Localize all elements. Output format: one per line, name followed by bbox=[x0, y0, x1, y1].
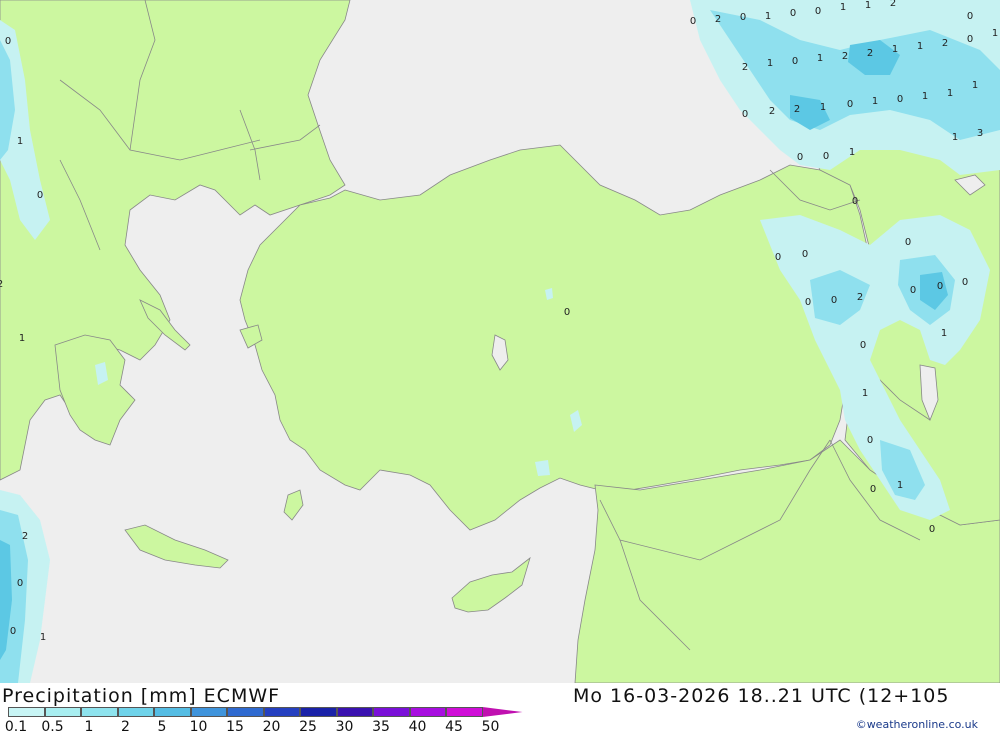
legend-swatch bbox=[227, 707, 264, 717]
precip-value-label: 1 bbox=[865, 0, 871, 11]
precip-value-label: 2 bbox=[890, 0, 896, 9]
precip-value-label: 0 bbox=[10, 626, 16, 637]
precip-value-label: 0 bbox=[929, 524, 935, 535]
precip-value-label: 0 bbox=[967, 34, 973, 45]
precip-value-label: 2 bbox=[742, 62, 748, 73]
precip-value-label: 1 bbox=[992, 28, 998, 39]
precip-value-label: 1 bbox=[862, 388, 868, 399]
precip-value-label: 0 bbox=[802, 249, 808, 260]
precip-value-label: 1 bbox=[947, 88, 953, 99]
precip-value-label: 0 bbox=[564, 307, 570, 318]
precip-value-label: 1 bbox=[840, 2, 846, 13]
precip-value-label: 0 bbox=[823, 151, 829, 162]
precip-value-label: 1 bbox=[897, 480, 903, 491]
legend-swatch bbox=[409, 707, 446, 717]
precip-value-label: 2 bbox=[942, 38, 948, 49]
precip-value-label: 1 bbox=[765, 11, 771, 22]
precip-value-label: 0 bbox=[37, 190, 43, 201]
precip-value-label: 0 bbox=[962, 277, 968, 288]
precip-value-label: 1 bbox=[872, 96, 878, 107]
precip-value-label: 0 bbox=[805, 297, 811, 308]
precip-value-label: 0 bbox=[967, 11, 973, 22]
precip-value-label: 0 bbox=[740, 12, 746, 23]
precip-value-label: 0 bbox=[831, 295, 837, 306]
precip-value-label: 0 bbox=[910, 285, 916, 296]
precip-value-label: 2 bbox=[22, 531, 28, 542]
precip-value-label: 0 bbox=[790, 8, 796, 19]
precip-value-label: 2 bbox=[842, 51, 848, 62]
precip-value-label: 0 bbox=[852, 196, 858, 207]
precip-value-label: 0 bbox=[792, 56, 798, 67]
precip-value-label: 0 bbox=[775, 252, 781, 263]
precip-value-label: 0 bbox=[847, 99, 853, 110]
legend-swatch bbox=[482, 707, 523, 717]
precip-value-label: 1 bbox=[941, 328, 947, 339]
legend-swatch bbox=[446, 707, 483, 717]
legend-swatch bbox=[190, 707, 227, 717]
legend-swatch bbox=[300, 707, 337, 717]
precip-value-label: 1 bbox=[19, 333, 25, 344]
precip-value-label: 2 bbox=[715, 14, 721, 25]
precip-value-label: 0 bbox=[905, 237, 911, 248]
precip-value-label: 1 bbox=[972, 80, 978, 91]
precip-value-label: 1 bbox=[922, 91, 928, 102]
legend-swatch bbox=[117, 707, 154, 717]
valid-time: Mo 16-03-2026 18..21 UTC (12+105 bbox=[573, 685, 950, 707]
precip-value-label: 1 bbox=[952, 132, 958, 143]
precip-value-label: 0 bbox=[5, 36, 11, 47]
legend-swatch bbox=[336, 707, 373, 717]
precip-value-label: 1 bbox=[817, 53, 823, 64]
precip-value-label: 0 bbox=[742, 109, 748, 120]
precip-value-label: 1 bbox=[917, 41, 923, 52]
map-title: Precipitation [mm] ECMWF bbox=[2, 685, 281, 707]
precip-value-label: 1 bbox=[849, 147, 855, 158]
legend-swatch bbox=[44, 707, 81, 717]
legend-swatch bbox=[373, 707, 410, 717]
precipitation-map: 0 2 0 1 0 0 1 1 2 0 1 2 1 0 1 2 2 1 1 2 0 0 2 2 1 0 1 0 1 1 1 3 1 0 1 0 0 0 0 0… bbox=[0, 0, 1000, 683]
legend-swatch bbox=[263, 707, 300, 717]
precip-value-label: 2 bbox=[794, 104, 800, 115]
precip-value-label: 2 bbox=[769, 106, 775, 117]
legend-swatch bbox=[81, 707, 118, 717]
precip-value-label: 1 bbox=[40, 632, 46, 643]
precip-value-label: 0 bbox=[897, 94, 903, 105]
map-footer: Precipitation [mm] ECMWF Mo 16-03-2026 1… bbox=[0, 683, 1000, 735]
precip-value-label: 0 bbox=[860, 340, 866, 351]
precip-value-label: 1 bbox=[767, 58, 773, 69]
precip-value-label: 2 bbox=[857, 292, 863, 303]
legend-swatch bbox=[8, 707, 45, 717]
precip-value-label: 0 bbox=[815, 6, 821, 17]
precip-value-label: 2 bbox=[0, 279, 3, 290]
precip-value-label: 0 bbox=[797, 152, 803, 163]
precip-value-label: 2 bbox=[867, 48, 873, 59]
precip-value-label: 1 bbox=[820, 102, 826, 113]
precip-value-label: 0 bbox=[690, 16, 696, 27]
precip-value-label: 1 bbox=[17, 136, 23, 147]
precip-value-label: 1 bbox=[892, 44, 898, 55]
precip-value-label: 0 bbox=[870, 484, 876, 495]
precip-value-label: 0 bbox=[867, 435, 873, 446]
precip-value-label: 0 bbox=[937, 281, 943, 292]
precip-value-label: 3 bbox=[977, 128, 983, 139]
legend-swatch bbox=[154, 707, 191, 717]
credit-link[interactable]: ©weatheronline.co.uk bbox=[856, 718, 978, 731]
precip-value-label: 0 bbox=[17, 578, 23, 589]
